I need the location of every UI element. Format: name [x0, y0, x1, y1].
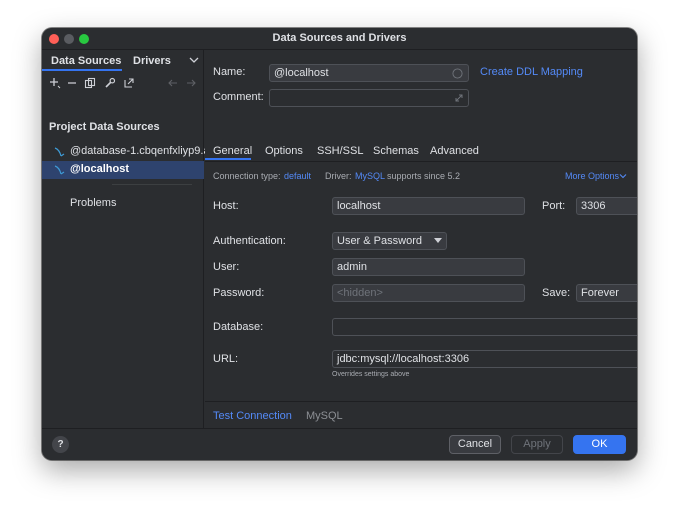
connection-type-label: Connection type: [213, 171, 281, 181]
save-value: Forever [581, 287, 619, 299]
save-label: Save: [542, 287, 571, 299]
tab-drivers[interactable]: Drivers [133, 55, 171, 67]
name-input[interactable]: @localhost [269, 64, 469, 82]
host-label: Host: [213, 200, 239, 212]
divider [112, 184, 192, 185]
connection-type-value[interactable]: default [284, 171, 311, 181]
authentication-value: User & Password [337, 235, 422, 247]
authentication-label: Authentication: [213, 235, 286, 247]
sidebar-item-localhost[interactable]: @localhost [42, 161, 204, 179]
dialog-footer: ? Cancel Apply OK [42, 428, 637, 460]
mysql-dolphin-icon [54, 165, 65, 175]
active-tab-indicator [205, 158, 251, 160]
jump-to-icon[interactable] [123, 77, 135, 89]
apply-button[interactable]: Apply [511, 435, 563, 454]
user-label: User: [213, 261, 240, 273]
sidebar: Data Sources Drivers Project Data Source… [42, 50, 216, 428]
tab-ssh-ssl[interactable]: SSH/SSL [317, 145, 363, 157]
add-icon[interactable] [49, 77, 61, 89]
test-connection-link[interactable]: Test Connection [213, 410, 292, 422]
driver-label: Driver: [325, 171, 352, 181]
password-input[interactable]: <hidden> [332, 284, 525, 302]
settings-panel: Name: @localhost Create DDL Mapping Comm… [205, 50, 637, 428]
wrench-icon[interactable] [104, 77, 116, 89]
more-options-link[interactable]: More Options [565, 171, 619, 181]
back-arrow-icon[interactable] [167, 77, 179, 89]
tab-general[interactable]: General [213, 145, 252, 157]
duplicate-icon[interactable] [84, 77, 96, 89]
save-select[interactable]: Forever [576, 284, 637, 302]
comment-label: Comment: [213, 91, 264, 103]
password-label: Password: [213, 287, 265, 299]
expand-icon[interactable] [454, 93, 464, 103]
driver-support-note: supports since 5.2 [387, 171, 461, 181]
authentication-select[interactable]: User & Password [332, 232, 447, 250]
sidebar-item-label: @database-1.cbqenfxliyp9.ap [70, 145, 216, 157]
color-circle-icon[interactable] [452, 68, 463, 79]
sidebar-toolbar [42, 72, 204, 94]
url-input[interactable]: jdbc:mysql://localhost:3306 [332, 350, 637, 368]
tab-data-sources[interactable]: Data Sources [51, 55, 121, 67]
active-tab-indicator [42, 69, 122, 71]
url-label: URL: [213, 353, 239, 365]
name-label: Name: [213, 66, 246, 78]
window-title: Data Sources and Drivers [272, 32, 407, 44]
sidebar-item-problems[interactable]: Problems [70, 197, 116, 209]
password-placeholder: <hidden> [337, 287, 383, 299]
driver-value[interactable]: MySQL [355, 171, 385, 181]
help-button[interactable]: ? [52, 436, 69, 453]
url-hint: Overrides settings above [332, 371, 410, 378]
remove-icon[interactable] [66, 77, 78, 89]
driver-footer-label: MySQL [306, 410, 343, 422]
url-value: jdbc:mysql://localhost:3306 [337, 353, 470, 365]
database-combobox[interactable] [332, 318, 637, 336]
tab-schemas[interactable]: Schemas [373, 145, 419, 157]
user-value: admin [337, 261, 367, 273]
user-input[interactable]: admin [332, 258, 525, 276]
port-value: 3306 [581, 200, 606, 212]
create-ddl-mapping-link[interactable]: Create DDL Mapping [480, 66, 583, 78]
chevron-down-icon [619, 174, 627, 179]
dropdown-arrow-icon [434, 238, 442, 243]
tab-advanced[interactable]: Advanced [430, 145, 479, 157]
chevron-down-icon[interactable] [188, 54, 200, 66]
cancel-button[interactable]: Cancel [449, 435, 501, 454]
name-value: @localhost [274, 67, 329, 79]
project-data-sources-header: Project Data Sources [49, 121, 160, 133]
sidebar-item-database-1[interactable]: @database-1.cbqenfxliyp9.ap [42, 143, 216, 161]
port-input[interactable]: 3306 [576, 197, 637, 215]
title-bar: Data Sources and Drivers [42, 28, 637, 50]
bottom-actions: Test Connection MySQL [205, 401, 637, 428]
forward-arrow-icon[interactable] [185, 77, 197, 89]
sidebar-tabs: Data Sources Drivers [42, 50, 204, 72]
ok-button[interactable]: OK [573, 435, 626, 454]
port-label: Port: [542, 200, 566, 212]
comment-input[interactable] [269, 89, 469, 107]
sidebar-item-label: @localhost [70, 163, 130, 175]
mysql-dolphin-icon [54, 147, 65, 157]
tab-options[interactable]: Options [265, 145, 303, 157]
database-label: Database: [213, 321, 264, 333]
host-value: localhost [337, 200, 381, 212]
host-input[interactable]: localhost [332, 197, 525, 215]
data-sources-dialog: Data Sources and Drivers Data Sources Dr… [42, 28, 637, 460]
settings-tabs: General Options SSH/SSL Schemas Advanced [205, 138, 637, 162]
